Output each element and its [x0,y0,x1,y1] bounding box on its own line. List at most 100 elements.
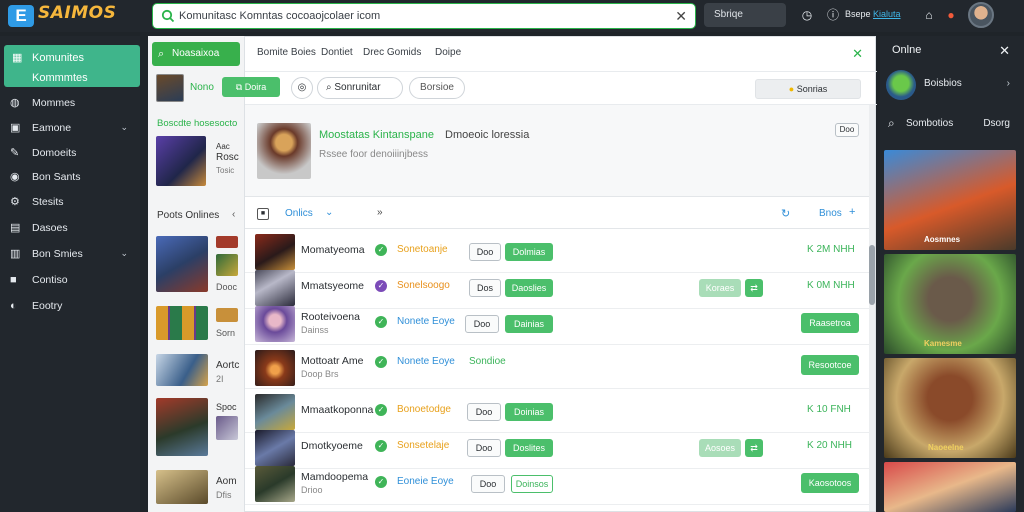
online-card[interactable] [884,462,1016,512]
online-card[interactable]: Aosmnes [884,150,1016,250]
eye-icon: ◐ [10,300,17,312]
search-filter-pill[interactable]: ⌕ Sonrunitar [317,77,403,99]
sidebar-item-dasoes[interactable]: ▤ Dasoes [4,217,136,239]
sidebar-item-stesits[interactable]: ⚙ Stesits [4,191,136,213]
featured-image[interactable] [257,123,311,179]
home-icon[interactable]: ⌂ [922,8,936,22]
search-bar[interactable]: Komunitasc Komntas cocoaojcolaer icom ✕ [152,3,696,29]
search-input[interactable]: Komunitasc Komntas cocoaojcolaer icom [179,10,380,22]
chevron-down-icon[interactable]: ⌄ [325,207,333,218]
featured-badge[interactable]: Doo [835,123,859,137]
sidebar-item-bon-smies[interactable]: ▥ Bon Smies ⌄ [4,243,136,265]
sort-pill[interactable]: ● Sonrias [755,79,861,99]
logo[interactable]: E SAIMOS [4,2,116,30]
list-thumbnail[interactable] [156,236,208,292]
list-thumbnail-small[interactable] [216,308,238,322]
sidebar-item-eootry[interactable]: ◐ Eootry [4,295,136,317]
row-secondary-button[interactable]: Aosoes [699,439,741,457]
row-action-button[interactable]: Doslites [505,439,553,457]
featured-community[interactable]: Moostatas Kintanspane Dmoeoic loressia R… [245,105,871,197]
user-label[interactable]: Bsepe [845,9,871,19]
row-count-pill[interactable]: Doo [471,475,505,493]
close-icon[interactable]: ✕ [852,46,863,62]
row-join-button[interactable]: Raasetroa [801,313,859,333]
sidebar-item-bon-sants[interactable]: ◉ Bon Sants [4,166,136,188]
sidebar-item-domoeits[interactable]: ✎ Domoeits [4,142,136,164]
card-label: Kamesme [924,339,962,348]
user-link[interactable]: Kialuta [873,9,901,19]
clock-icon[interactable]: ◷ [800,8,814,22]
verified-icon: ✓ [375,404,387,416]
sort-right-label[interactable]: Bnos [819,208,842,219]
online-card[interactable]: Naoeelne [884,358,1016,458]
list-thumbnail[interactable] [156,306,208,340]
table-row[interactable]: Mottoatr Ame Doop Brs ✓ Nonete Eoye Sond… [245,347,871,389]
sidebar-item-eamone[interactable]: ▣ Eamone ⌄ [4,117,136,139]
list-thumbnail-small[interactable] [216,416,238,440]
button-label: Noasaixoa [172,48,220,59]
search-community-button[interactable]: ⌕ Noasaixoa [152,42,240,66]
avatar[interactable] [968,2,994,28]
sort-label[interactable]: Onlics [285,208,313,219]
join-button[interactable]: ⧉ Doira [222,77,280,97]
chevron-left-icon[interactable]: ‹ [232,209,235,220]
double-chevron-icon[interactable]: » [377,207,383,218]
community-avatar[interactable] [156,74,184,102]
row-count-pill[interactable]: Doo [467,403,501,421]
refresh-icon[interactable]: ↻ [781,207,790,220]
select-all-checkbox[interactable]: ■ [257,208,269,220]
row-action-button[interactable]: Dolmias [505,243,553,261]
tab-dontiet[interactable]: Dontiet [321,47,353,58]
add-icon[interactable]: + [849,206,855,218]
settings-toggle[interactable]: ◎ [291,77,313,99]
sidebar-item-mommes[interactable]: ◍ Mommes [4,92,136,114]
row-count-pill[interactable]: Doo [465,315,499,333]
star-icon: ● [788,84,797,94]
table-row[interactable]: Mamdoopema Drioo ✓ Eoneie Eoye Doo Doins… [245,463,871,505]
user-avatar[interactable] [886,70,916,100]
row-name: Mmatsyeome [301,280,365,292]
featured-title: Moostatas Kintanspane [319,129,434,141]
table-row[interactable]: Rooteivoena Dainss ✓ Nonete Eoye Doo Dai… [245,303,871,345]
region-button[interactable]: Sbriqe [704,3,786,27]
tab-doipe[interactable]: Doipe [435,47,461,58]
row-toggle-button[interactable]: ⇄ [745,279,763,297]
list-thumbnail[interactable] [156,398,208,456]
online-card[interactable]: Kamesme [884,254,1016,354]
row-join-button[interactable]: Resootcoe [801,355,859,375]
row-action-button[interactable]: Dainias [505,315,553,333]
row-action-button[interactable]: Doinsos [511,475,553,493]
calendar-icon: ▤ [10,222,21,234]
row-count-pill[interactable]: Doo [467,439,501,457]
featured-subtitle: Rssee foor denoiiinjbess [319,149,428,160]
tab-bomite[interactable]: Bomite Boies [257,47,316,58]
filter-pill[interactable]: Borsioe [409,77,465,99]
sidebar-item-contiso[interactable]: ■ Contiso [4,269,136,291]
row-action-button[interactable]: Doinias [505,403,553,421]
verified-icon: ✓ [375,440,387,452]
verified-icon: ✓ [375,476,387,488]
list-thumbnail[interactable] [156,470,208,504]
chevron-right-icon[interactable]: › [1007,78,1010,89]
row-join-button[interactable]: Kaosotoos [801,473,859,493]
row-secondary-button[interactable]: Koraes [699,279,741,297]
scrollbar[interactable] [869,105,875,511]
list-thumbnail-small[interactable] [216,254,238,276]
featured-thumbnail[interactable] [156,136,206,186]
row-name: Mamdoopema [301,471,369,483]
scrollbar-thumb[interactable] [869,245,875,305]
row-count-pill[interactable]: Dos [469,279,501,297]
row-thumbnail [255,394,295,430]
sidebar-item-active[interactable]: ▦ Komunites Kommmtes [4,45,140,87]
row-count-pill[interactable]: Doo [469,243,501,261]
row-toggle-button[interactable]: ⇄ [745,439,763,457]
list-thumbnail[interactable] [156,354,208,386]
clear-search-icon[interactable]: ✕ [675,8,687,25]
row-action-button[interactable]: Daoslies [505,279,553,297]
notification-icon[interactable]: ● [944,8,958,22]
info-icon[interactable]: ⓘ [826,8,840,22]
row-name: Mottoatr Ame [301,355,364,367]
search-icon[interactable]: ⌕ [888,116,895,131]
close-icon[interactable]: ✕ [999,43,1010,59]
tab-drec-gomids[interactable]: Drec Gomids [363,47,421,58]
